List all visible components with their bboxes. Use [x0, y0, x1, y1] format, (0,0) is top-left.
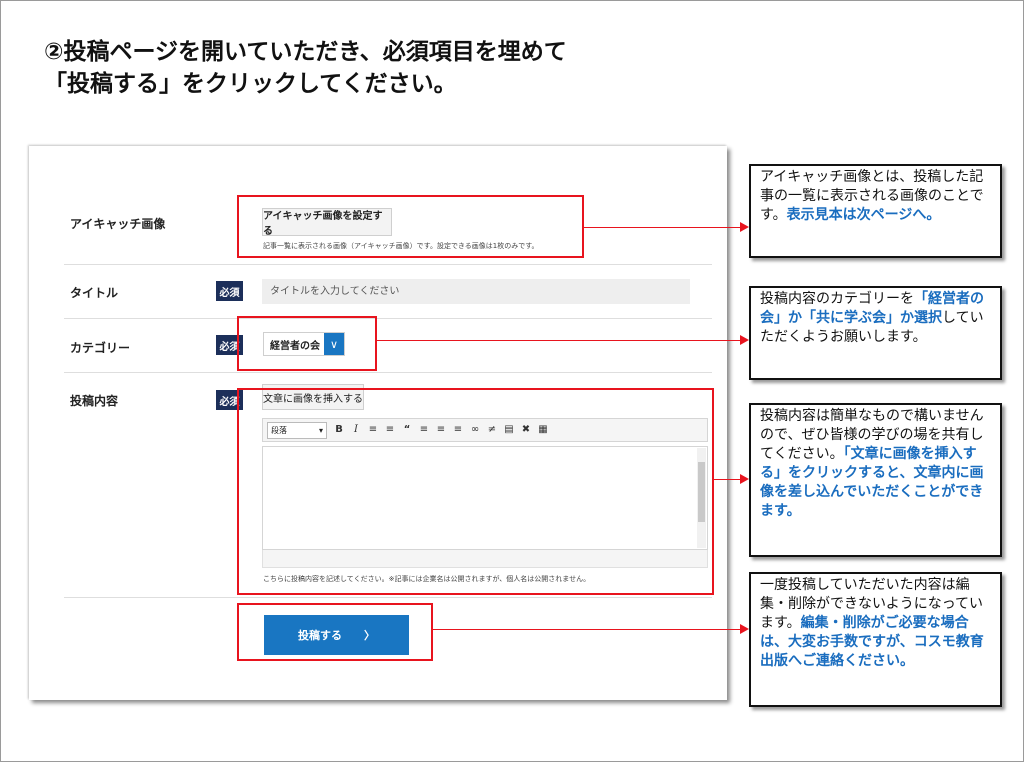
content-connector [714, 479, 740, 480]
arrow-right-icon [740, 335, 749, 345]
row-divider [64, 597, 712, 598]
category-connector [377, 340, 740, 341]
category-callout: 投稿内容のカテゴリーを「経営者の会」か「共に学ぶ会」か選択していただくようお願い… [749, 286, 1002, 380]
callout-text: 投稿内容のカテゴリーを [760, 291, 914, 307]
eyecatch-highlight [237, 195, 584, 258]
row-divider [64, 372, 712, 373]
title-input[interactable] [262, 279, 690, 304]
submit-highlight [237, 603, 433, 661]
content-callout: 投稿内容は簡単なもので構いませんので、ぜひ皆様の学びの場を共有してください。「文… [749, 403, 1002, 557]
arrow-right-icon [740, 222, 749, 232]
callout-emphasis: 表示見本は次ページへ。 [786, 207, 941, 223]
row-divider [64, 318, 712, 319]
heading-line-2: 「投稿する」をクリックしてください。 [44, 71, 457, 97]
required-badge: 必須 [216, 281, 243, 301]
category-label: カテゴリー [70, 341, 131, 355]
submit-connector [433, 629, 740, 630]
row-divider [64, 264, 712, 265]
eyecatch-label: アイキャッチ画像 [70, 217, 166, 231]
eyecatch-connector [584, 227, 740, 228]
title-label: タイトル [70, 286, 119, 300]
content-label: 投稿内容 [70, 394, 119, 408]
eyecatch-callout: アイキャッチ画像とは、投稿した記事の一覧に表示される画像のことです。表示見本は次… [749, 164, 1002, 258]
content-highlight [237, 388, 714, 595]
category-highlight [237, 316, 377, 371]
arrow-right-icon [740, 474, 749, 484]
submit-callout: 一度投稿していただいた内容は編集・削除ができないようになっています。編集・削除が… [749, 572, 1002, 707]
slide-heading: ②投稿ページを開いていただき、必須項目を埋めて 「投稿する」をクリックしてくださ… [44, 36, 567, 100]
heading-line-1: ②投稿ページを開いていただき、必須項目を埋めて [44, 39, 567, 65]
arrow-right-icon [740, 624, 749, 634]
